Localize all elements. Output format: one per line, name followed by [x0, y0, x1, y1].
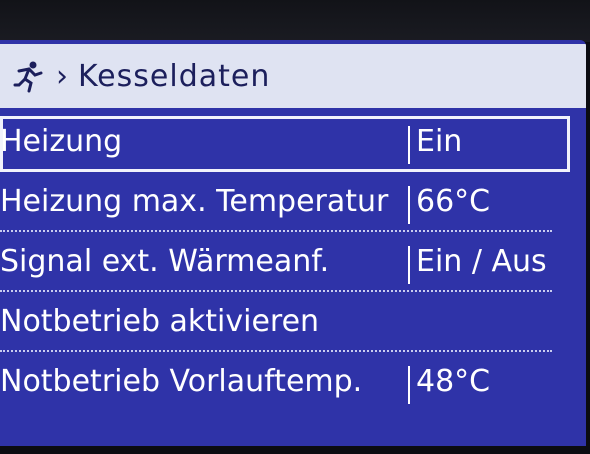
row-label: Heizung max. Temperatur	[0, 184, 389, 219]
running-person-icon[interactable]	[8, 56, 48, 96]
row-divider	[0, 230, 552, 232]
page-title: Kesseldaten	[78, 58, 271, 94]
row-label: Notbetrieb Vorlauftemp.	[0, 364, 363, 399]
chevron-right-icon: ›	[56, 58, 68, 94]
row-value: 66°C	[416, 184, 491, 219]
row-divider	[0, 290, 552, 292]
menu-row-notbetrieb-aktivieren[interactable]: Notbetrieb aktivieren	[0, 296, 552, 352]
menu-row-notbetrieb-vorlauftemp[interactable]: Notbetrieb Vorlauftemp. 48°C	[0, 356, 552, 412]
menu-row-heizung-max-temperatur[interactable]: Heizung max. Temperatur 66°C	[0, 176, 552, 232]
menu-row-signal-ext-waermeanf[interactable]: Signal ext. Wärmeanf. Ein / Aus	[0, 236, 552, 292]
row-divider	[0, 350, 552, 352]
device-bezel-top	[0, 0, 590, 42]
row-value: Ein / Aus	[416, 244, 547, 279]
row-label: Heizung	[0, 124, 123, 159]
display-screen: › Kesseldaten Heizung Ein Heizung max. T…	[0, 40, 586, 450]
value-separator	[408, 366, 410, 404]
row-label: Notbetrieb aktivieren	[0, 304, 320, 339]
value-separator	[408, 126, 410, 164]
row-value: Ein	[416, 124, 463, 159]
menu-row-heizung[interactable]: Heizung Ein	[0, 116, 570, 172]
header-bar: › Kesseldaten	[0, 44, 586, 108]
value-separator	[408, 246, 410, 284]
row-value: 48°C	[416, 364, 491, 399]
row-label: Signal ext. Wärmeanf.	[0, 244, 330, 279]
device-bezel-bottom	[0, 446, 590, 454]
value-separator	[408, 186, 410, 224]
